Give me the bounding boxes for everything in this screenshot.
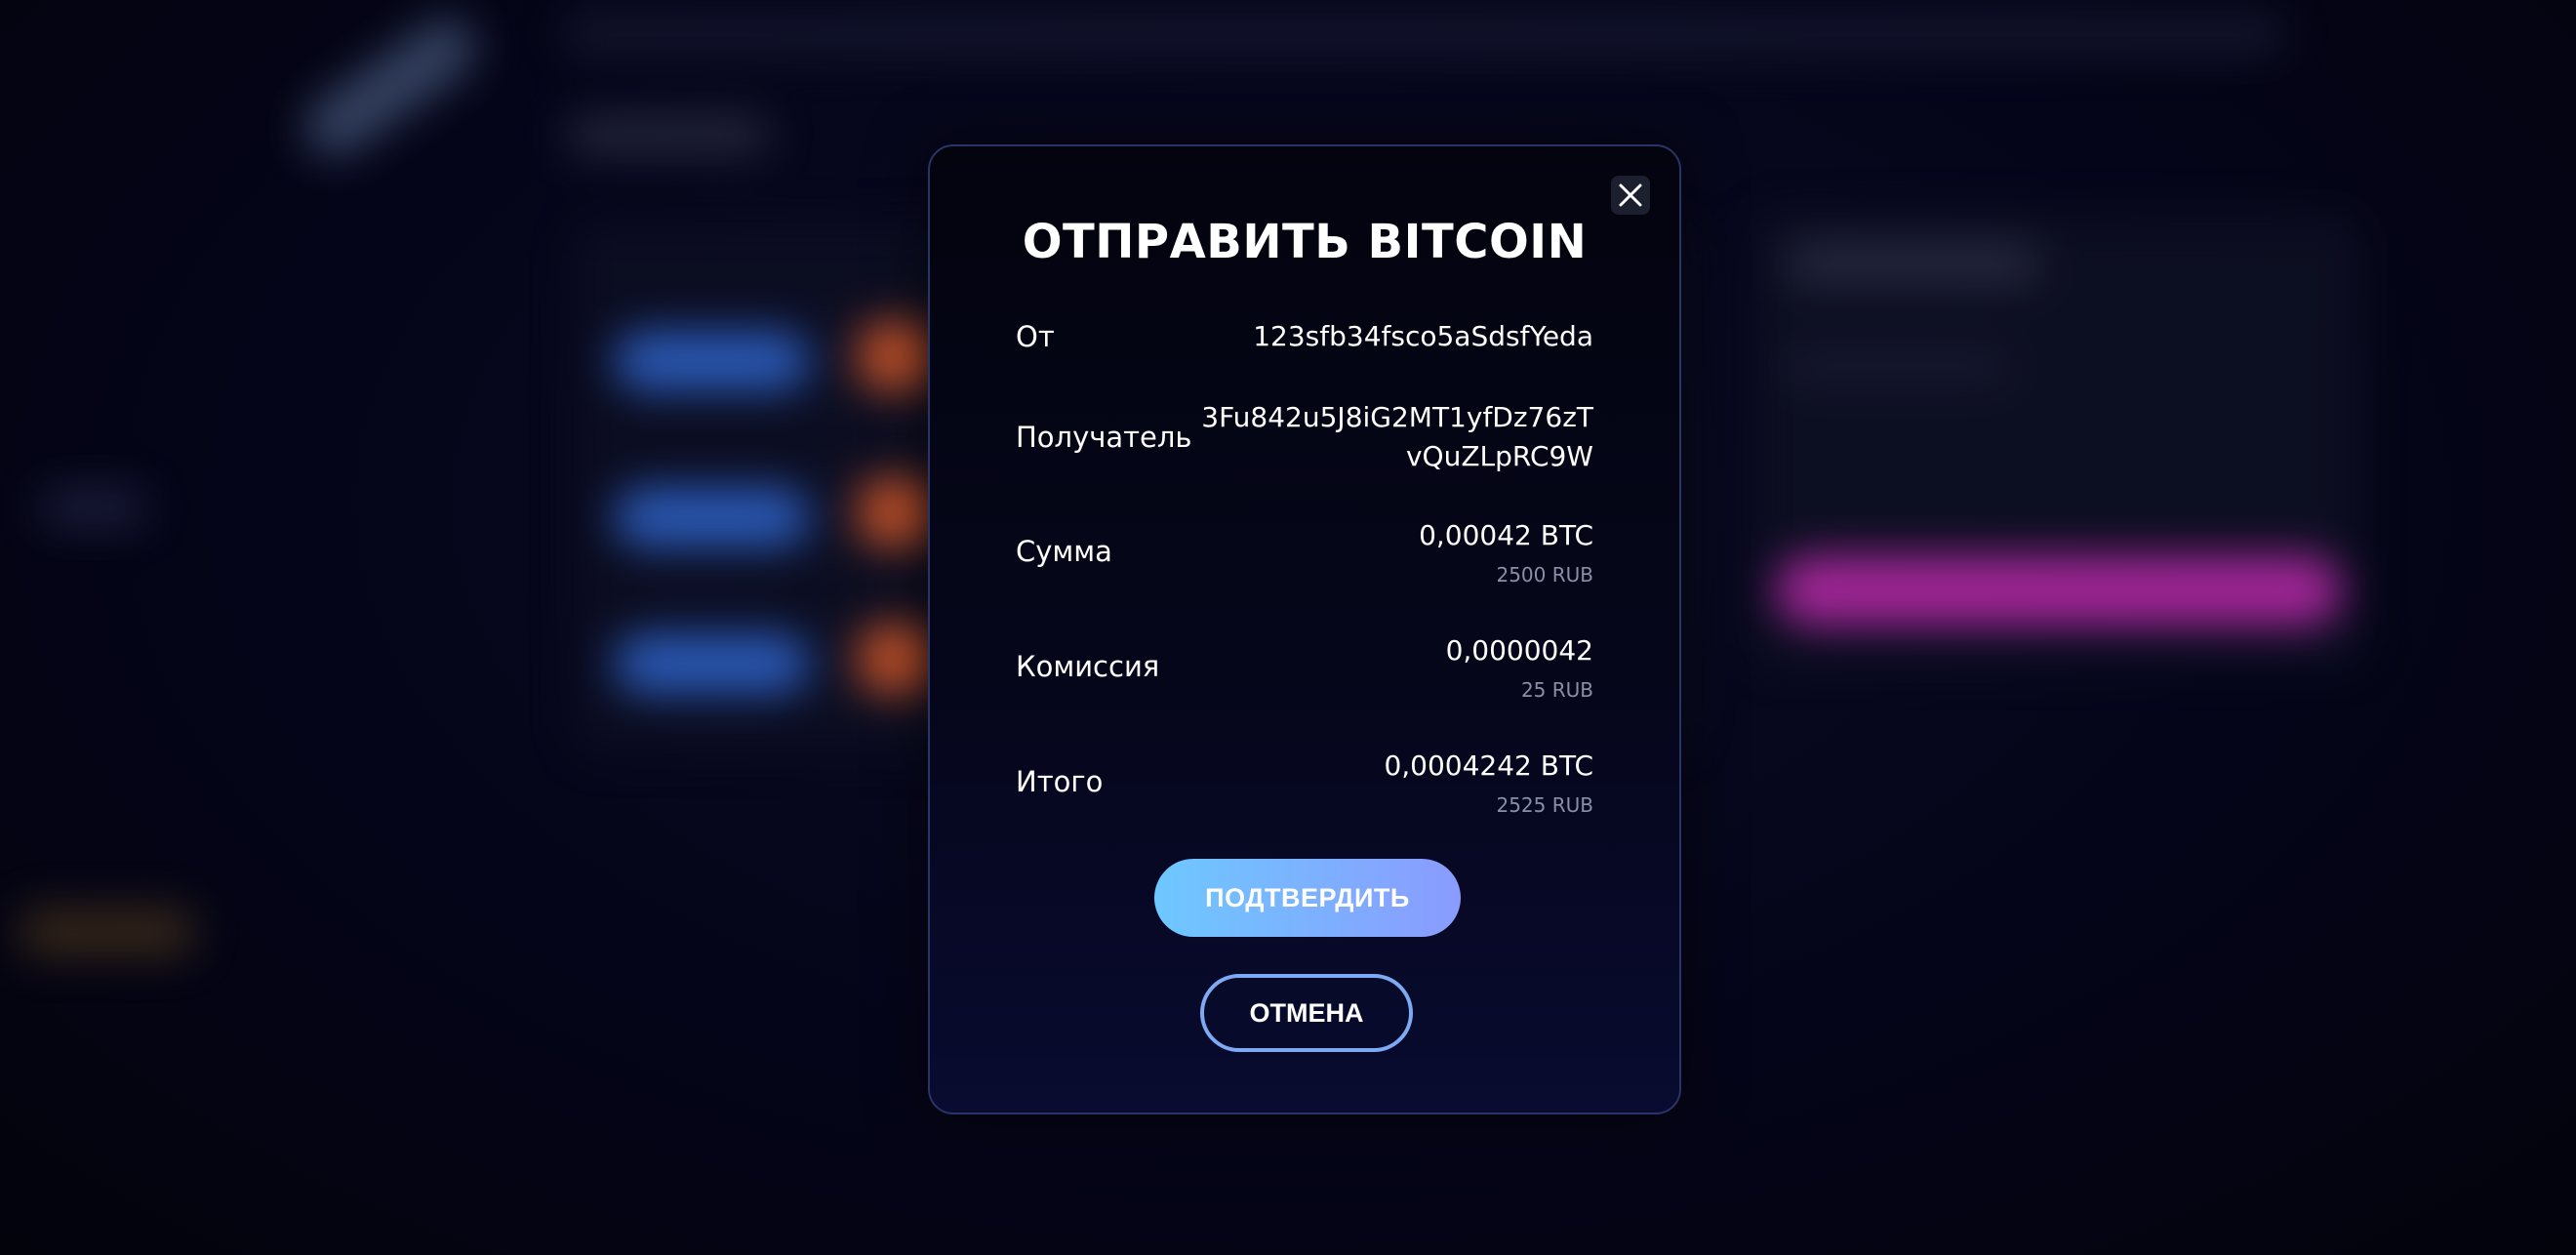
fee-values: 0,0000042 25 RUB	[1446, 631, 1593, 702]
fee-fiat-value: 25 RUB	[1520, 678, 1593, 702]
total-fiat-value: 2525 RUB	[1496, 793, 1593, 817]
total-row: Итого 0,0004242 BTC 2525 RUB	[1016, 738, 1593, 826]
close-button[interactable]	[1611, 176, 1650, 215]
background-button	[615, 634, 810, 693]
amount-row: Сумма 0,00042 BTC 2500 RUB	[1016, 507, 1593, 595]
background-side-line	[1786, 351, 2010, 381]
amount-values: 0,00042 BTC 2500 RUB	[1419, 516, 1593, 587]
background-coin-icon	[859, 322, 937, 390]
background-action-button	[1776, 556, 2342, 625]
recipient-address: 3Fu842u5J8iG2MT1yfDz76zTvQuZLpRC9W	[1201, 401, 1593, 472]
background-page-title	[566, 117, 771, 152]
background-sidebar-item	[20, 908, 195, 956]
background-logo	[293, 8, 488, 168]
background-coin-icon	[859, 625, 937, 693]
background-button	[615, 488, 810, 547]
app-viewport: ОТПРАВИТЬ BITCOIN От 123sfb34fsco5aSdsfY…	[0, 0, 2576, 1255]
modal-title: ОТПРАВИТЬ BITCOIN	[1022, 215, 1588, 269]
background-nav-bar	[566, 15, 2283, 54]
total-label: Итого	[1016, 765, 1104, 798]
background-side-title	[1786, 244, 2039, 283]
total-value: 0,0004242 BTC	[1384, 749, 1593, 782]
from-row: От 123sfb34fsco5aSdsfYeda	[1016, 317, 1593, 356]
fee-value: 0,0000042	[1445, 634, 1593, 667]
close-icon	[1619, 183, 1642, 207]
cancel-button[interactable]: ОТМЕНА	[1200, 974, 1413, 1052]
amount-label: Сумма	[1016, 535, 1112, 568]
background-button	[615, 332, 810, 390]
confirm-button[interactable]: ПОДТВЕРДИТЬ	[1154, 859, 1461, 937]
background-coin-icon	[859, 478, 937, 547]
amount-value: 0,00042 BTC	[1419, 519, 1593, 551]
fee-row: Комиссия 0,0000042 25 RUB	[1016, 623, 1593, 710]
recipient-label: Получатель	[1016, 421, 1192, 454]
recipient-row: Получатель 3Fu842u5J8iG2MT1yfDz76zTvQuZL…	[1016, 396, 1593, 478]
fee-label: Комиссия	[1016, 650, 1160, 683]
send-bitcoin-modal: ОТПРАВИТЬ BITCOIN От 123sfb34fsco5aSdsfY…	[928, 144, 1681, 1114]
total-values: 0,0004242 BTC 2525 RUB	[1384, 747, 1593, 817]
from-address: 123sfb34fsco5aSdsfYeda	[1253, 320, 1593, 352]
background-sidebar-item	[39, 488, 146, 527]
amount-fiat-value: 2500 RUB	[1496, 563, 1593, 587]
from-label: От	[1016, 320, 1055, 353]
